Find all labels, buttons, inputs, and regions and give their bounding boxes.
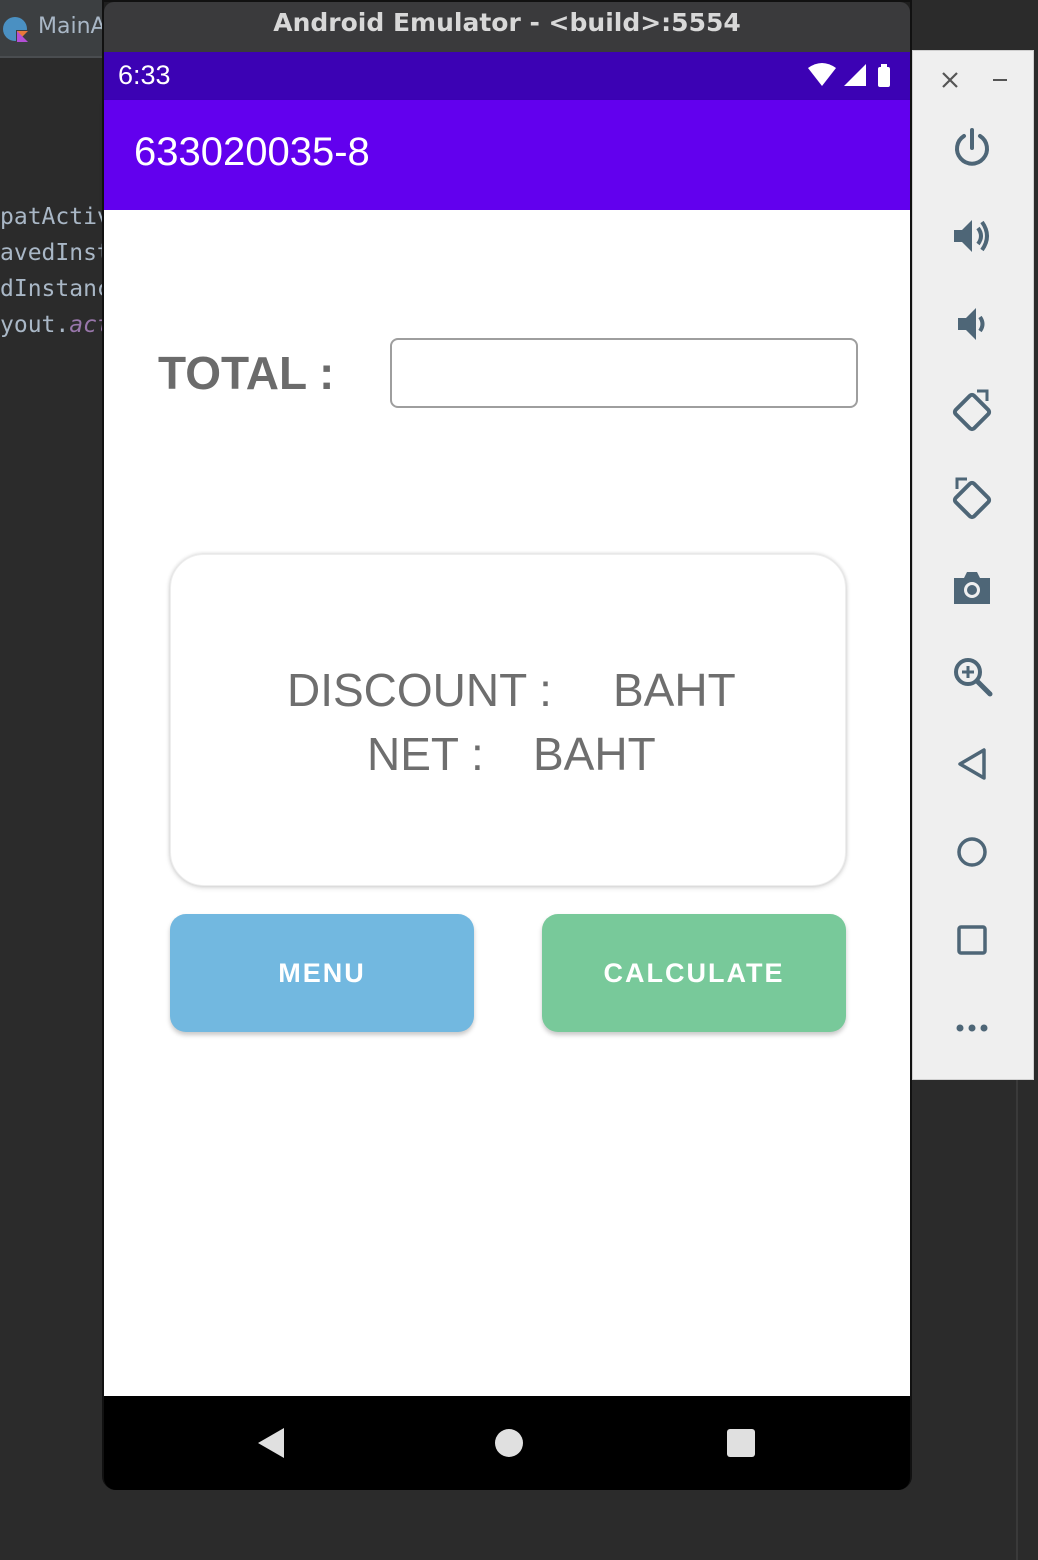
- result-card: DISCOUNT : BAHT NET : BAHT: [170, 554, 846, 886]
- status-bar: 6:33: [104, 52, 910, 100]
- nav-home-icon[interactable]: [492, 1426, 526, 1460]
- navigation-bar: [104, 1396, 910, 1490]
- discount-label: DISCOUNT :: [287, 664, 552, 716]
- home-icon[interactable]: [947, 827, 997, 877]
- signal-icon: [844, 64, 866, 86]
- ide-divider: [1016, 1080, 1018, 1560]
- volume-up-icon[interactable]: [947, 211, 997, 261]
- back-icon[interactable]: [947, 739, 997, 789]
- emulator-toolbar: [912, 50, 1034, 1080]
- wifi-icon: [808, 63, 836, 86]
- minimize-icon[interactable]: [985, 65, 1015, 95]
- code-line: yout.act: [0, 312, 102, 338]
- app-title: 633020035-8: [134, 130, 370, 174]
- nav-overview-icon[interactable]: [724, 1426, 758, 1460]
- power-icon[interactable]: [947, 123, 997, 173]
- total-input[interactable]: [390, 338, 858, 408]
- editor-tab[interactable]: MainA: [0, 0, 108, 58]
- volume-down-icon[interactable]: [947, 299, 997, 349]
- editor-tab-label: MainA: [38, 14, 106, 39]
- rotate-left-icon[interactable]: [947, 387, 997, 437]
- status-icons: [808, 63, 890, 87]
- menu-button[interactable]: MENU: [170, 914, 474, 1032]
- battery-icon: [878, 64, 890, 87]
- main-content: TOTAL : DISCOUNT : BAHT NET : BAHT MENU …: [104, 210, 910, 1396]
- code-line: avedInst: [0, 240, 102, 266]
- emulator-titlebar[interactable]: Android Emulator - <build>:5554: [104, 2, 910, 52]
- emulator-title: Android Emulator - <build>:5554: [273, 8, 741, 37]
- app-bar: 633020035-8: [104, 100, 910, 210]
- camera-icon[interactable]: [947, 563, 997, 613]
- discount-unit: BAHT: [613, 664, 736, 716]
- kotlin-file-icon: [3, 17, 29, 43]
- net-unit: BAHT: [533, 728, 656, 780]
- net-label: NET :: [367, 728, 484, 780]
- more-icon[interactable]: [947, 1003, 997, 1053]
- status-time: 6:33: [118, 60, 171, 90]
- overview-icon[interactable]: [947, 915, 997, 965]
- total-label: TOTAL :: [158, 347, 335, 399]
- zoom-icon[interactable]: [947, 651, 997, 701]
- nav-back-icon[interactable]: [254, 1426, 288, 1460]
- calculate-button[interactable]: CALCULATE: [542, 914, 846, 1032]
- close-icon[interactable]: [935, 65, 965, 95]
- rotate-right-icon[interactable]: [947, 475, 997, 525]
- code-line: patActiv: [0, 204, 102, 230]
- emulator-window: Android Emulator - <build>:5554 6:33 633…: [102, 0, 912, 1490]
- code-line: dInstanc: [0, 276, 102, 302]
